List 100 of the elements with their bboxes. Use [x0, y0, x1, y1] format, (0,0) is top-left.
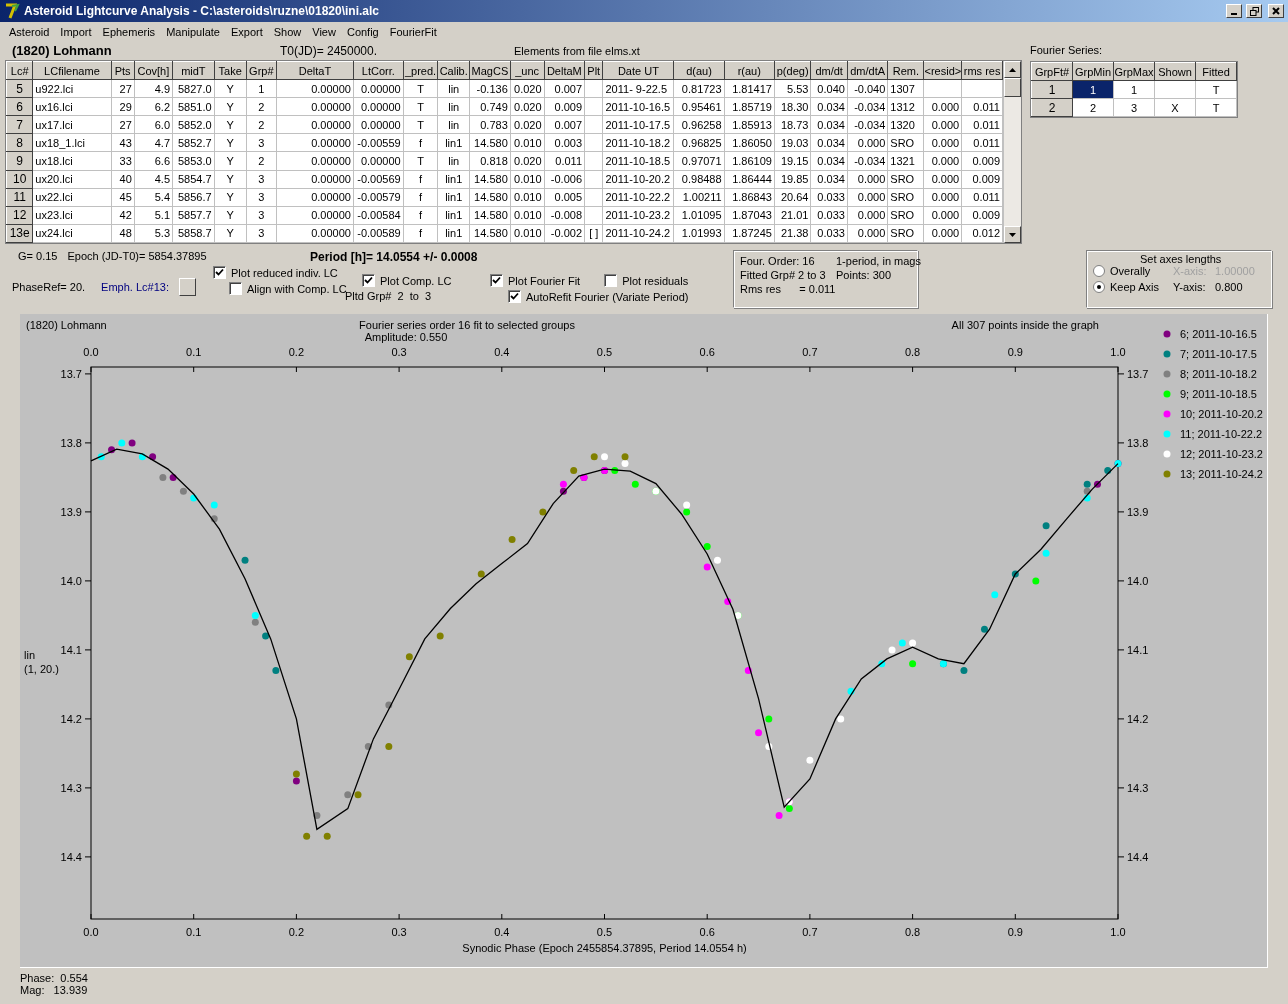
menu-item[interactable]: Show	[268, 25, 308, 38]
column-header[interactable]: <resid>	[924, 61, 962, 80]
menu-item[interactable]: FourierFit	[384, 25, 443, 38]
column-header[interactable]: LCfilename	[32, 61, 112, 80]
checkbox[interactable]	[229, 282, 242, 295]
tick-label: 13.9	[60, 505, 82, 518]
emph-label: Emph. Lc#13:	[101, 281, 169, 293]
checkbox-label: Plot reduced indiv. LC	[231, 266, 338, 279]
column-header[interactable]: Pts	[111, 61, 135, 80]
column-header[interactable]: _unc	[510, 61, 545, 80]
checkbox[interactable]	[362, 274, 375, 287]
legend-label: 6; 2011-10-16.5	[1180, 328, 1257, 340]
data-point	[837, 715, 845, 723]
checkbox[interactable]	[604, 274, 618, 287]
menu-item[interactable]: Asteroid	[4, 25, 56, 38]
column-header[interactable]: d(au)	[673, 61, 725, 80]
data-point	[724, 598, 732, 606]
chart-subtitle: Fourier series order 16 fit to selected groups	[359, 319, 575, 331]
column-header[interactable]: Shown	[1154, 62, 1196, 81]
checkbox[interactable]	[213, 266, 226, 279]
checkbox[interactable]	[508, 290, 521, 303]
g-value: G= 0.15	[18, 250, 58, 262]
data-point	[169, 473, 177, 481]
legend-label: 13; 2011-10-24.2	[1180, 468, 1263, 480]
data-point	[1093, 480, 1101, 488]
axis-label: lin	[24, 649, 35, 661]
column-header[interactable]: _pred.	[403, 61, 438, 80]
column-header[interactable]: p(deg)	[774, 61, 811, 80]
tick-label: 1.0	[1110, 346, 1126, 358]
menu-item[interactable]: Manipulate	[161, 25, 226, 38]
data-point	[210, 501, 218, 509]
tick-label: 14.4	[1127, 850, 1149, 863]
data-point	[1104, 467, 1112, 474]
column-header[interactable]: r(au)	[724, 61, 775, 80]
axis-field-value[interactable]: 0.800	[1215, 281, 1267, 293]
column-header[interactable]: rms res	[961, 61, 1003, 80]
data-point	[149, 453, 157, 461]
legend-label: 7; 2011-10-17.5	[1180, 348, 1257, 360]
column-header[interactable]: DeltaT	[276, 61, 354, 80]
column-header[interactable]: Fitted	[1195, 62, 1237, 81]
tick-label: 14.4	[60, 850, 82, 863]
radio-button[interactable]	[1093, 281, 1105, 293]
menu-item[interactable]: Ephemeris	[97, 25, 162, 38]
checkbox[interactable]	[490, 274, 503, 287]
data-point	[405, 653, 413, 661]
radio-button[interactable]	[1093, 265, 1105, 277]
checkbox-label: Align with Comp. LC	[247, 282, 347, 295]
down-arrow-icon[interactable]	[1009, 232, 1016, 237]
column-header[interactable]: Date UT	[603, 61, 674, 80]
column-header[interactable]: GrpFt#	[1031, 62, 1073, 81]
checkbox-label: Plot Comp. LC	[380, 274, 452, 287]
column-header[interactable]: midT	[172, 61, 215, 80]
close-button[interactable]	[1268, 4, 1284, 18]
data-point	[1042, 522, 1050, 530]
scrollbar[interactable]	[1003, 61, 1021, 243]
restore-button[interactable]	[1246, 4, 1262, 18]
tick-label: 1.0	[1110, 926, 1126, 938]
column-header[interactable]: Cov[h]	[134, 61, 173, 80]
tick-label: 0.2	[288, 926, 305, 938]
fit-info-text: Fitted Grp# 2 to 3	[740, 269, 827, 281]
column-header[interactable]: LtCorr.	[353, 61, 404, 80]
tick-label: 0.0	[83, 346, 99, 358]
column-header[interactable]: GrpMin	[1072, 62, 1114, 81]
column-header[interactable]: Grp#	[246, 61, 277, 80]
column-header[interactable]: MagCS	[469, 61, 511, 80]
minimize-button[interactable]	[1226, 4, 1242, 18]
fit-info-text: Four. Order: 16	[740, 255, 816, 267]
data-point	[385, 701, 393, 709]
menu-item[interactable]: Export	[225, 25, 269, 38]
tick-label: 0.6	[699, 346, 715, 358]
data-point	[909, 660, 917, 668]
column-header[interactable]: Rem.	[887, 61, 924, 80]
column-header[interactable]: dm/dtA	[847, 61, 888, 80]
phase-ref: PhaseRef= 20.	[12, 281, 86, 293]
phase-readout: Phase: 0.554	[20, 972, 89, 984]
menu-item[interactable]: Import	[55, 25, 98, 38]
tick-label: 14.0	[1127, 574, 1149, 587]
tick-label: 0.6	[699, 926, 715, 938]
scroll-thumb[interactable]	[1004, 78, 1021, 97]
column-header[interactable]: DeltaM	[544, 61, 585, 80]
tick-label: 0.0	[83, 926, 99, 938]
data-point	[159, 473, 167, 481]
column-header[interactable]: dm/dt	[810, 61, 848, 80]
checkbox-label: Plot Fourier Fit	[508, 274, 581, 287]
checkbox-label: AutoRefit Fourier (Variate Period)	[526, 290, 689, 303]
menu-item[interactable]: View	[307, 25, 342, 38]
tick-label: 14.2	[1127, 712, 1149, 725]
tick-label: 14.2	[60, 712, 82, 725]
data-point	[210, 515, 218, 523]
column-header[interactable]: Take	[214, 61, 247, 80]
data-point	[539, 508, 547, 516]
data-point	[138, 453, 146, 461]
data-point	[847, 687, 855, 695]
column-header[interactable]: GrpMax	[1113, 62, 1155, 81]
legend-label: 10; 2011-10-20.2	[1180, 408, 1263, 420]
column-header[interactable]: Calib.	[437, 61, 470, 80]
spin-button[interactable]	[178, 278, 196, 296]
up-arrow-icon[interactable]	[1009, 67, 1016, 72]
menu-item[interactable]: Config	[341, 25, 385, 38]
column-header[interactable]: Lc#	[6, 61, 33, 80]
